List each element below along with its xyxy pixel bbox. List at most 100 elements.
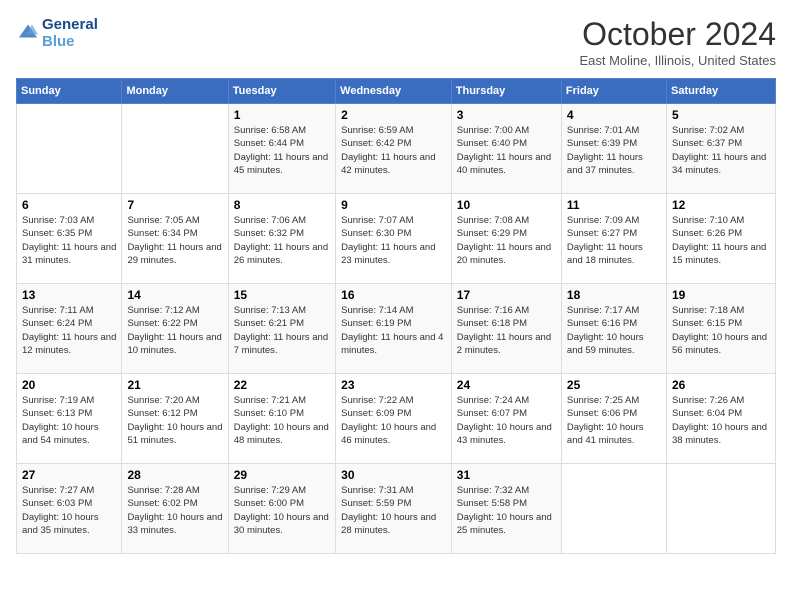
day-info: Sunrise: 7:27 AMSunset: 6:03 PMDaylight:…	[22, 484, 116, 537]
calendar-cell: 8Sunrise: 7:06 AMSunset: 6:32 PMDaylight…	[228, 194, 335, 284]
day-info: Sunrise: 7:31 AMSunset: 5:59 PMDaylight:…	[341, 484, 446, 537]
day-info: Sunrise: 7:03 AMSunset: 6:35 PMDaylight:…	[22, 214, 116, 267]
weekday-header: Sunday	[17, 79, 122, 104]
day-info: Sunrise: 7:19 AMSunset: 6:13 PMDaylight:…	[22, 394, 116, 447]
day-number: 20	[22, 378, 116, 392]
title-area: October 2024 East Moline, Illinois, Unit…	[579, 16, 776, 68]
day-info: Sunrise: 7:24 AMSunset: 6:07 PMDaylight:…	[457, 394, 556, 447]
day-info: Sunrise: 7:25 AMSunset: 6:06 PMDaylight:…	[567, 394, 661, 447]
calendar-cell: 14Sunrise: 7:12 AMSunset: 6:22 PMDayligh…	[122, 284, 228, 374]
day-number: 17	[457, 288, 556, 302]
day-info: Sunrise: 7:00 AMSunset: 6:40 PMDaylight:…	[457, 124, 556, 177]
day-info: Sunrise: 7:26 AMSunset: 6:04 PMDaylight:…	[672, 394, 770, 447]
day-info: Sunrise: 7:05 AMSunset: 6:34 PMDaylight:…	[127, 214, 222, 267]
calendar-cell: 31 Sunrise: 7:32 AMSunset: 5:58 PMDayligh…	[451, 464, 561, 554]
day-number: 27	[22, 468, 116, 482]
calendar-table: SundayMondayTuesdayWednesdayThursdayFrid…	[16, 78, 776, 554]
calendar-cell: 28 Sunrise: 7:28 AMSunset: 6:02 PMDayligh…	[122, 464, 228, 554]
day-number: 10	[457, 198, 556, 212]
day-number: 13	[22, 288, 116, 302]
logo-text-general: General	[42, 16, 98, 33]
day-number: 6	[22, 198, 116, 212]
day-info: Sunrise: 7:06 AMSunset: 6:32 PMDaylight:…	[234, 214, 330, 267]
weekday-header: Saturday	[666, 79, 775, 104]
day-info: Sunrise: 7:20 AMSunset: 6:12 PMDaylight:…	[127, 394, 222, 447]
page-header: General Blue October 2024 East Moline, I…	[16, 16, 776, 68]
day-number: 9	[341, 198, 446, 212]
day-info: Sunrise: 7:28 AMSunset: 6:02 PMDaylight:…	[127, 484, 222, 537]
calendar-cell: 13 Sunrise: 7:11 AMSunset: 6:24 PMDayligh…	[17, 284, 122, 374]
day-number: 26	[672, 378, 770, 392]
day-info: Sunrise: 7:02 AMSunset: 6:37 PMDaylight:…	[672, 124, 770, 177]
day-number: 31	[457, 468, 556, 482]
calendar-cell: 23 Sunrise: 7:22 AMSunset: 6:09 PMDayligh…	[336, 374, 452, 464]
calendar-cell: 21 Sunrise: 7:20 AMSunset: 6:12 PMDayligh…	[122, 374, 228, 464]
logo-icon	[18, 21, 38, 41]
day-info: Sunrise: 7:10 AMSunset: 6:26 PMDaylight:…	[672, 214, 770, 267]
calendar-cell: 9 Sunrise: 7:07 AMSunset: 6:30 PMDaylight…	[336, 194, 452, 284]
calendar-cell	[561, 464, 666, 554]
day-number: 25	[567, 378, 661, 392]
day-number: 14	[127, 288, 222, 302]
day-number: 21	[127, 378, 222, 392]
day-info: Sunrise: 7:32 AMSunset: 5:58 PMDaylight:…	[457, 484, 556, 537]
calendar-cell: 2Sunrise: 6:59 AMSunset: 6:42 PMDaylight…	[336, 104, 452, 194]
day-info: Sunrise: 7:18 AMSunset: 6:15 PMDaylight:…	[672, 304, 770, 357]
day-info: Sunrise: 7:07 AMSunset: 6:30 PMDaylight:…	[341, 214, 446, 267]
day-info: Sunrise: 7:17 AMSunset: 6:16 PMDaylight:…	[567, 304, 661, 357]
day-number: 30	[341, 468, 446, 482]
day-info: Sunrise: 7:11 AMSunset: 6:24 PMDaylight:…	[22, 304, 116, 357]
calendar-cell: 19 Sunrise: 7:18 AMSunset: 6:15 PMDayligh…	[666, 284, 775, 374]
day-number: 7	[127, 198, 222, 212]
calendar-week-row: 20 Sunrise: 7:19 AMSunset: 6:13 PMDayligh…	[17, 374, 776, 464]
day-info: Sunrise: 7:01 AMSunset: 6:39 PMDaylight:…	[567, 124, 661, 177]
day-number: 19	[672, 288, 770, 302]
calendar-cell: 16Sunrise: 7:14 AMSunset: 6:19 PMDayligh…	[336, 284, 452, 374]
day-number: 5	[672, 108, 770, 122]
calendar-cell: 25 Sunrise: 7:25 AMSunset: 6:06 PMDayligh…	[561, 374, 666, 464]
calendar-header-row: SundayMondayTuesdayWednesdayThursdayFrid…	[17, 79, 776, 104]
calendar-cell: 3 Sunrise: 7:00 AMSunset: 6:40 PMDaylight…	[451, 104, 561, 194]
calendar-cell: 17Sunrise: 7:16 AMSunset: 6:18 PMDayligh…	[451, 284, 561, 374]
day-info: Sunrise: 7:29 AMSunset: 6:00 PMDaylight:…	[234, 484, 330, 537]
day-number: 29	[234, 468, 330, 482]
calendar-cell: 4Sunrise: 7:01 AMSunset: 6:39 PMDaylight…	[561, 104, 666, 194]
calendar-cell	[666, 464, 775, 554]
calendar-cell: 15Sunrise: 7:13 AMSunset: 6:21 PMDayligh…	[228, 284, 335, 374]
day-number: 3	[457, 108, 556, 122]
day-number: 11	[567, 198, 661, 212]
logo-text-blue: Blue	[42, 33, 98, 50]
calendar-cell	[17, 104, 122, 194]
calendar-cell: 5 Sunrise: 7:02 AMSunset: 6:37 PMDaylight…	[666, 104, 775, 194]
calendar-cell: 11 Sunrise: 7:09 AMSunset: 6:27 PMDayligh…	[561, 194, 666, 284]
day-number: 23	[341, 378, 446, 392]
weekday-header: Friday	[561, 79, 666, 104]
day-info: Sunrise: 7:22 AMSunset: 6:09 PMDaylight:…	[341, 394, 446, 447]
calendar-cell: 29 Sunrise: 7:29 AMSunset: 6:00 PMDayligh…	[228, 464, 335, 554]
day-info: Sunrise: 7:09 AMSunset: 6:27 PMDaylight:…	[567, 214, 661, 267]
calendar-cell: 26 Sunrise: 7:26 AMSunset: 6:04 PMDayligh…	[666, 374, 775, 464]
calendar-cell: 30 Sunrise: 7:31 AMSunset: 5:59 PMDayligh…	[336, 464, 452, 554]
day-number: 18	[567, 288, 661, 302]
weekday-header: Wednesday	[336, 79, 452, 104]
month-title: October 2024	[579, 16, 776, 53]
day-info: Sunrise: 7:08 AMSunset: 6:29 PMDaylight:…	[457, 214, 556, 267]
calendar-cell: 1Sunrise: 6:58 AMSunset: 6:44 PMDaylight…	[228, 104, 335, 194]
calendar-cell: 20 Sunrise: 7:19 AMSunset: 6:13 PMDayligh…	[17, 374, 122, 464]
calendar-week-row: 6 Sunrise: 7:03 AMSunset: 6:35 PMDaylight…	[17, 194, 776, 284]
calendar-cell: 12Sunrise: 7:10 AMSunset: 6:26 PMDayligh…	[666, 194, 775, 284]
calendar-cell	[122, 104, 228, 194]
calendar-cell: 7 Sunrise: 7:05 AMSunset: 6:34 PMDaylight…	[122, 194, 228, 284]
calendar-week-row: 27 Sunrise: 7:27 AMSunset: 6:03 PMDayligh…	[17, 464, 776, 554]
calendar-cell: 27 Sunrise: 7:27 AMSunset: 6:03 PMDayligh…	[17, 464, 122, 554]
location-subtitle: East Moline, Illinois, United States	[579, 53, 776, 68]
day-info: Sunrise: 6:58 AMSunset: 6:44 PMDaylight:…	[234, 124, 330, 177]
day-info: Sunrise: 7:14 AMSunset: 6:19 PMDaylight:…	[341, 304, 446, 357]
calendar-cell: 18 Sunrise: 7:17 AMSunset: 6:16 PMDayligh…	[561, 284, 666, 374]
logo: General Blue	[16, 16, 98, 51]
calendar-week-row: 1Sunrise: 6:58 AMSunset: 6:44 PMDaylight…	[17, 104, 776, 194]
day-number: 28	[127, 468, 222, 482]
weekday-header: Thursday	[451, 79, 561, 104]
calendar-cell: 6 Sunrise: 7:03 AMSunset: 6:35 PMDaylight…	[17, 194, 122, 284]
day-info: Sunrise: 7:21 AMSunset: 6:10 PMDaylight:…	[234, 394, 330, 447]
